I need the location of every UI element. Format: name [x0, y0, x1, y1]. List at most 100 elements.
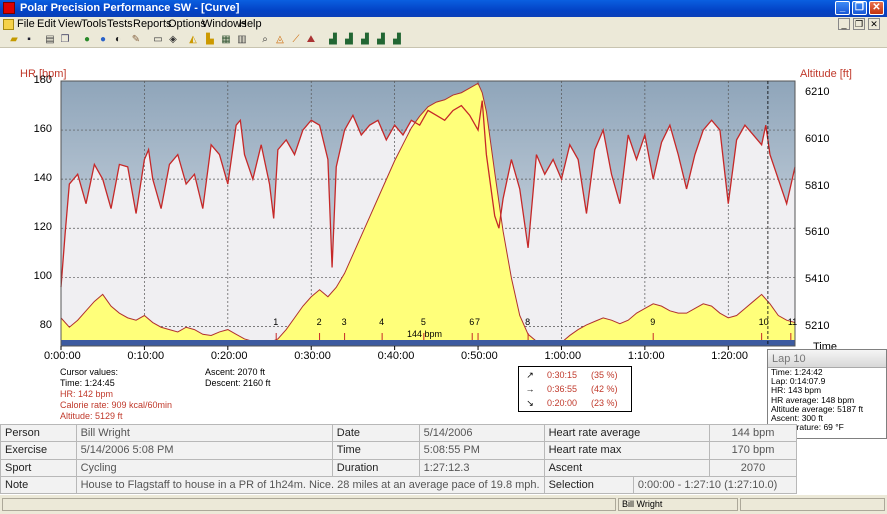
- menu-file[interactable]: File: [17, 18, 35, 31]
- menu-reports[interactable]: Reports: [133, 18, 172, 31]
- y-left-tick-label: 140: [33, 172, 52, 185]
- lap-number-label: 6: [469, 317, 475, 327]
- cursor-calorie: Calorie rate: 909 kcal/60min: [60, 400, 173, 410]
- lap-number-label: 11: [787, 317, 798, 327]
- stats-icon[interactable]: ▟: [327, 34, 339, 46]
- document-icon[interactable]: [3, 19, 14, 30]
- sport-value: Cycling: [75, 458, 333, 477]
- person-value: Bill Wright: [75, 423, 333, 443]
- arrow-up-icon: ↗: [526, 370, 534, 380]
- menu-view[interactable]: View: [58, 18, 82, 31]
- zone-time: 0:36:55: [547, 384, 578, 394]
- note-value[interactable]: House to Flagstaff to house in a PR of 1…: [75, 475, 545, 495]
- lap-number-label: 8: [525, 317, 531, 327]
- duration-label: Duration: [331, 458, 420, 477]
- lap-number-label: 3: [341, 317, 347, 327]
- y-left-tick-label: 180: [33, 74, 52, 86]
- copy-icon[interactable]: ❐: [59, 34, 71, 46]
- brush-icon[interactable]: ✎: [130, 34, 142, 46]
- menu-tools[interactable]: Tools: [81, 18, 107, 31]
- cursor-ascent: Ascent: 2070 ft: [205, 367, 266, 377]
- menu-edit[interactable]: Edit: [37, 18, 56, 31]
- zoom-icon[interactable]: ⌕: [259, 34, 271, 46]
- open-icon[interactable]: ▰: [8, 34, 20, 46]
- x-tick-label: 1:20:00: [711, 350, 748, 362]
- title-bar: Polar Precision Performance SW - [Curve]…: [0, 0, 887, 17]
- date-label: Date: [331, 423, 420, 443]
- minimize-button[interactable]: _: [835, 1, 850, 15]
- arrow-down-icon: ↘: [526, 398, 534, 408]
- toolbar: ▰ ▪ ▤ ❐ ● ● ◐ ✎ ▭ ◈ ◭ ▙ ▦ ▥ ⌕ ◬ ⟋ ⛰ ▟ ▟ …: [0, 32, 887, 48]
- save-icon[interactable]: ▪: [23, 34, 35, 46]
- bar-chart-icon[interactable]: ▙: [204, 34, 216, 46]
- y-right-tick-label: 6010: [805, 132, 830, 145]
- stats2-icon[interactable]: ▟: [343, 34, 355, 46]
- window-title: Polar Precision Performance SW - [Curve]: [20, 2, 240, 14]
- x-tick-label: 0:20:00: [210, 350, 248, 362]
- curve-icon[interactable]: ◬: [274, 34, 286, 46]
- curve-chart[interactable]: HR [bpm] Altitude [ft] 144 bpm Time 0:00…: [0, 48, 887, 368]
- maximize-button[interactable]: ❐: [852, 1, 867, 15]
- table-row: Note House to Flagstaff to house in a PR…: [0, 475, 798, 495]
- duration-value: 1:27:12.3: [418, 458, 545, 477]
- menu-tests[interactable]: Tests: [107, 18, 133, 31]
- app-window: Polar Precision Performance SW - [Curve]…: [0, 0, 887, 514]
- y-right-tick-label: 5810: [805, 179, 830, 192]
- time-value: 5:08:55 PM: [418, 441, 545, 460]
- table-row: Person Bill Wright Date 5/14/2006 Heart …: [0, 423, 798, 443]
- y-left-tick-label: 160: [33, 123, 52, 136]
- lap-number-label: 2: [316, 317, 322, 327]
- layers-icon[interactable]: ◈: [167, 34, 179, 46]
- y-left-tick-label: 120: [33, 221, 52, 234]
- mountain-icon[interactable]: ⛰: [305, 34, 317, 46]
- chart-canvas[interactable]: [0, 48, 887, 368]
- zone-time: 0:20:00: [547, 398, 578, 408]
- zone-pct: (42 %): [591, 384, 618, 394]
- close-button[interactable]: ✕: [869, 1, 884, 15]
- stats5-icon[interactable]: ▟: [391, 34, 403, 46]
- y-right-tick-label: 6210: [805, 85, 830, 98]
- refresh-icon[interactable]: ●: [81, 34, 93, 46]
- person-label: Person: [0, 423, 77, 443]
- print-icon[interactable]: ▤: [44, 34, 56, 46]
- stats4-icon[interactable]: ▟: [375, 34, 387, 46]
- app-icon: [3, 2, 15, 14]
- moon-icon[interactable]: ◐: [112, 34, 124, 46]
- window-icon[interactable]: ▭: [152, 34, 164, 46]
- y-left-tick-label: 100: [33, 270, 52, 283]
- x-tick-label: 1:00:00: [544, 350, 582, 362]
- y-right-tick-label: 5410: [805, 273, 830, 286]
- menu-help[interactable]: Help: [239, 18, 262, 31]
- lap-number-label: 9: [650, 317, 656, 327]
- lap-number-label: 4: [379, 317, 385, 327]
- cursor-altitude: Altitude: 5129 ft: [60, 411, 123, 421]
- y-right-tick-label: 5210: [805, 320, 830, 333]
- columns-icon[interactable]: ▥: [236, 34, 248, 46]
- mdi-minimize-button[interactable]: _: [838, 18, 850, 30]
- table-icon[interactable]: ▦: [220, 34, 232, 46]
- hr-average-value: 144 bpm: [708, 423, 798, 443]
- globe-icon[interactable]: ●: [97, 34, 109, 46]
- status-panel-main: [2, 498, 616, 511]
- mdi-close-button[interactable]: ✕: [868, 18, 880, 30]
- mdi-restore-button[interactable]: ❐: [853, 18, 865, 30]
- hr-max-value: 170 bpm: [708, 441, 798, 460]
- hr-max-label: Heart rate max: [543, 441, 710, 460]
- lap-number-label: 1: [273, 317, 279, 327]
- status-bar: Bill Wright: [0, 494, 887, 514]
- lap-number-label: 5: [420, 317, 426, 327]
- menu-options[interactable]: Options: [168, 18, 206, 31]
- y-right-tick-label: 5610: [805, 226, 830, 239]
- date-value: 5/14/2006: [418, 423, 545, 443]
- zone-bar: [61, 340, 795, 346]
- line-chart-icon[interactable]: ⟋: [290, 34, 302, 46]
- arrow-right-icon: →: [525, 384, 535, 394]
- stats3-icon[interactable]: ▟: [359, 34, 371, 46]
- status-panel-extra: [740, 498, 885, 511]
- hr-marker-label: 144 bpm: [407, 329, 443, 339]
- lap-number-label: 7: [475, 317, 481, 327]
- selection-value: 0:00:00 - 1:27:10 (1:27:10.0): [632, 475, 798, 495]
- zone-pct: (23 %): [591, 398, 618, 408]
- x-tick-label: 1:10:00: [627, 350, 665, 362]
- area-chart-icon[interactable]: ◭: [187, 34, 199, 46]
